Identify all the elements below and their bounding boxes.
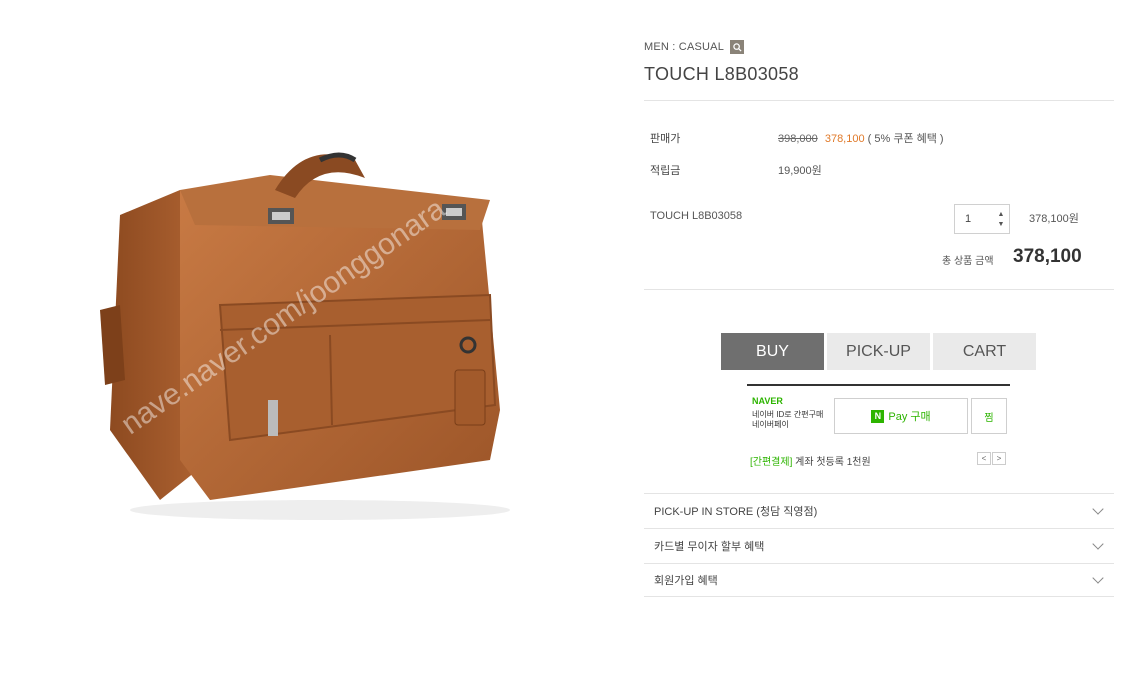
wishlist-button[interactable]: 찜 — [971, 398, 1007, 434]
product-image — [80, 130, 540, 530]
quantity-arrows[interactable]: ▲ ▼ — [993, 211, 1009, 228]
npay-label: Pay 구매 — [888, 411, 931, 423]
coupon-note: ( 5% 쿠폰 혜택 ) — [867, 133, 944, 145]
pickup-button[interactable]: PICK-UP — [827, 333, 930, 370]
buy-button[interactable]: BUY — [721, 333, 824, 370]
search-icon[interactable] — [730, 40, 745, 54]
promo-text: 계좌 첫등록 1천원 — [795, 457, 871, 468]
naver-pay-button[interactable]: N Pay 구매 — [834, 398, 968, 434]
original-price: 398,000 — [778, 133, 818, 145]
npay-logo-icon: N — [871, 409, 885, 423]
chevron-down-icon — [1092, 572, 1104, 584]
total-label: 총 상품 금액 — [942, 256, 994, 267]
divider — [644, 100, 1114, 101]
points-value: 19,900원 — [778, 165, 822, 177]
naver-description: 네이버 ID로 간편구매 네이버페이 — [752, 410, 838, 430]
naver-desc-line2: 네이버페이 — [752, 420, 789, 429]
naver-pay-divider — [747, 384, 1010, 386]
quantity-value[interactable]: 1 — [955, 213, 993, 225]
accordion-member-benefits[interactable]: 회원가입 혜택 — [644, 563, 1114, 597]
sale-price: 378,100 — [824, 133, 865, 145]
points-label: 적립금 — [650, 165, 681, 177]
product-title: TOUCH L8B03058 — [644, 64, 799, 84]
accordion-card-installment[interactable]: 카드별 무이자 할부 혜택 — [644, 528, 1114, 562]
chevron-down-icon — [1092, 537, 1104, 550]
promo-tag: [간편결제] — [750, 457, 793, 468]
promo-pager: < > — [977, 452, 1006, 465]
accordion-label: PICK-UP IN STORE (청담 직영점) — [654, 505, 818, 518]
naver-brand: NAVER — [752, 396, 783, 406]
naver-promo: [간편결제] 계좌 첫등록 1천원 — [750, 453, 871, 468]
accordion-label: 카드별 무이자 할부 혜택 — [654, 540, 765, 553]
accordion-label: 회원가입 혜택 — [654, 575, 718, 587]
quantity-stepper[interactable]: 1 ▲ ▼ — [954, 204, 1010, 234]
decrement-icon[interactable]: ▼ — [998, 221, 1005, 228]
cart-button[interactable]: CART — [933, 333, 1036, 370]
chevron-left-icon[interactable]: < — [977, 452, 991, 465]
category-breadcrumb: MEN : CASUAL — [644, 40, 745, 54]
chevron-right-icon[interactable]: > — [992, 452, 1006, 465]
category-label[interactable]: MEN : CASUAL — [644, 41, 724, 53]
bag-illustration — [100, 152, 510, 520]
total-value: 378,100 — [1013, 246, 1082, 267]
price-value: 398,000 378,100 ( 5% 쿠폰 혜택 ) — [778, 130, 944, 146]
naver-desc-line1: 네이버 ID로 간편구매 — [752, 410, 824, 419]
accordion-pickup-in-store[interactable]: PICK-UP IN STORE (청담 직영점) — [644, 493, 1114, 527]
option-price: 378,100원 — [1029, 213, 1079, 225]
increment-icon[interactable]: ▲ — [998, 211, 1005, 218]
chevron-down-icon — [1092, 502, 1104, 515]
divider — [644, 289, 1114, 290]
selected-option-name: TOUCH L8B03058 — [650, 210, 743, 222]
price-label: 판매가 — [650, 133, 681, 145]
